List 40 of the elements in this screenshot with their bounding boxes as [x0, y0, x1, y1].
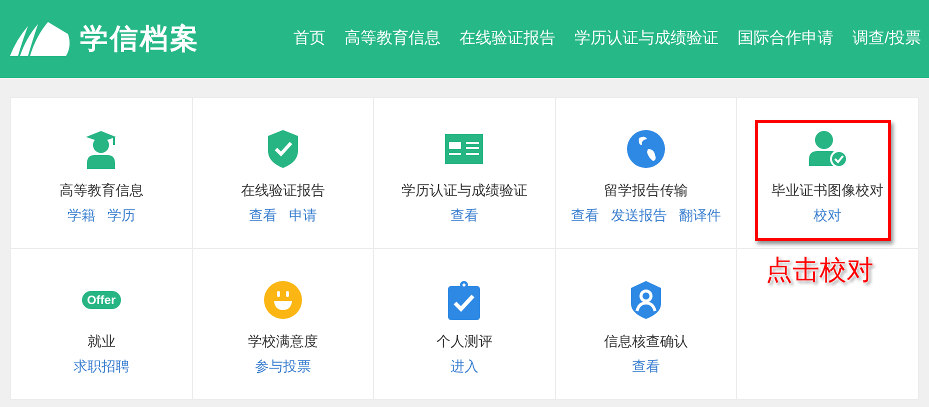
nav-link[interactable]: 在线验证报告	[460, 27, 556, 51]
service-title: 毕业证书图像校对	[772, 181, 884, 200]
service-title: 留学报告传输	[604, 181, 688, 200]
nav-link[interactable]: 调查/投票	[852, 27, 921, 51]
service-link[interactable]: 求职招聘	[73, 356, 130, 377]
smiley-icon	[264, 281, 302, 319]
service-link[interactable]: 查看	[571, 205, 600, 226]
service-title: 在线验证报告	[240, 181, 325, 200]
service-link[interactable]: 翻译件	[679, 205, 722, 226]
graduate-icon	[85, 129, 118, 169]
brand-name: 学信档案	[80, 22, 200, 56]
service-title: 学校满意度	[248, 332, 318, 351]
service-link[interactable]: 参与投票	[254, 356, 311, 377]
service-link[interactable]: 查看	[632, 356, 660, 377]
service-title: 学历认证与成绩验证	[401, 181, 528, 200]
service-title: 高等教育信息	[59, 181, 144, 200]
service-link[interactable]: 发送报告	[611, 205, 668, 226]
service-link[interactable]: 校对	[814, 205, 842, 226]
card-icon	[445, 134, 484, 164]
offer-badge: Offer	[82, 291, 121, 309]
clipboard-check-icon	[448, 280, 480, 320]
nav-link[interactable]: 高等教育信息	[344, 27, 441, 51]
service-title: 个人测评	[436, 332, 492, 351]
logo-icon	[8, 22, 72, 56]
service-title: 就业	[87, 332, 116, 351]
shield-user-icon	[630, 280, 662, 320]
nav-link[interactable]: 学历认证与成绩验证	[574, 27, 719, 51]
service-link[interactable]: 查看	[248, 205, 277, 226]
nav-link[interactable]: 首页	[294, 27, 326, 51]
globe-icon	[627, 130, 666, 168]
callout-text: 点击校对	[765, 254, 874, 287]
service-link[interactable]: 进入	[450, 356, 478, 377]
service-link[interactable]: 申请	[288, 205, 317, 226]
nav-link[interactable]: 国际合作申请	[738, 27, 834, 51]
person-check-icon	[808, 131, 847, 167]
service-link[interactable]: 查看	[450, 205, 478, 226]
service-link[interactable]: 学籍	[67, 205, 96, 226]
service-title: 信息核查确认	[604, 332, 688, 351]
service-link[interactable]: 学历	[107, 205, 136, 226]
shield-check-icon	[266, 129, 299, 169]
